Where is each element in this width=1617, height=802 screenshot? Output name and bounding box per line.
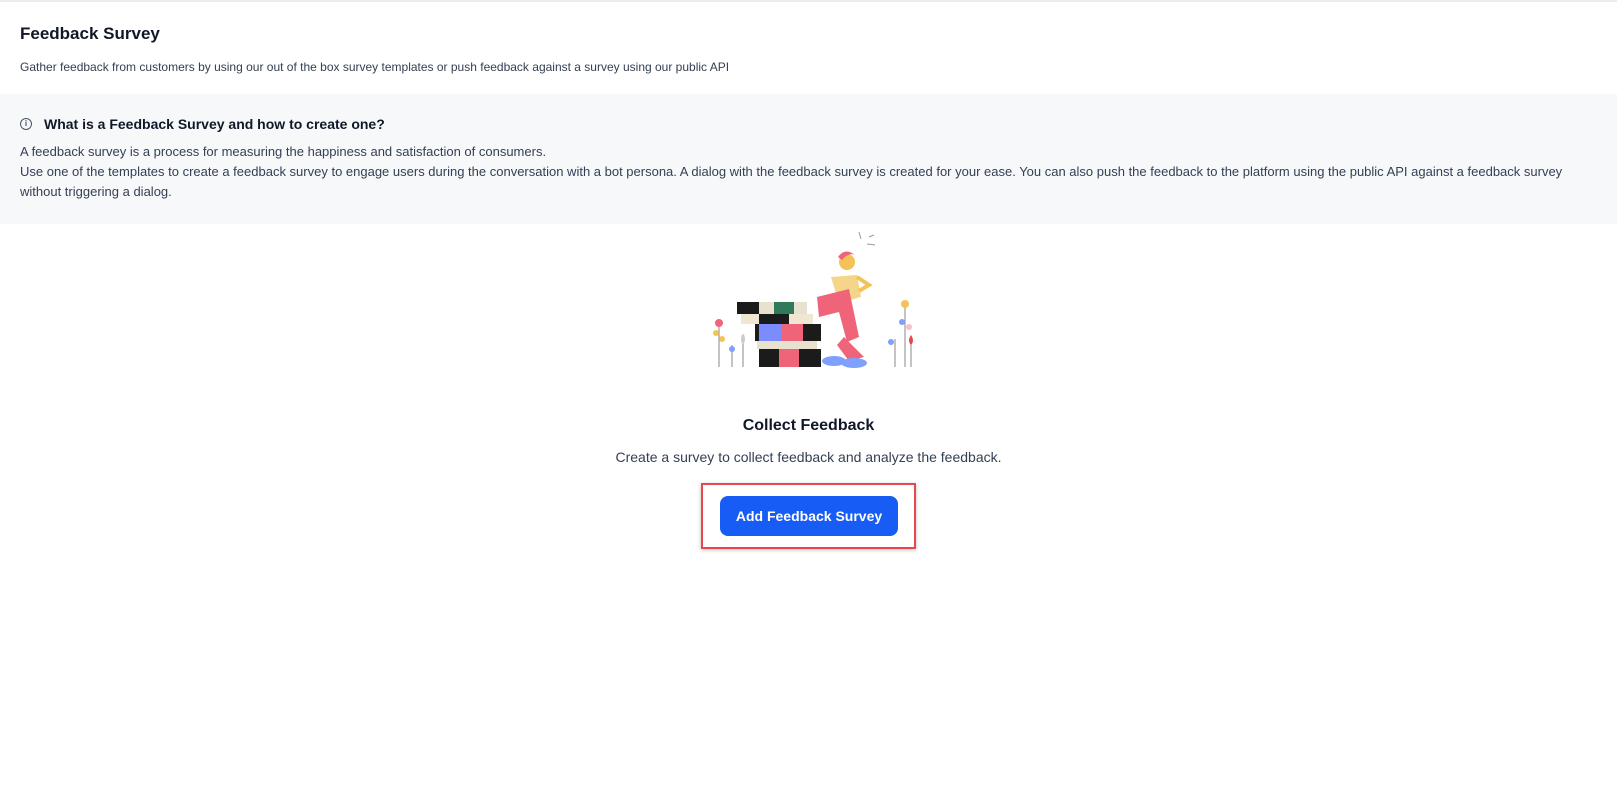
button-highlight-box: Add Feedback Survey [700, 483, 917, 549]
page-subtitle: Gather feedback from customers by using … [20, 60, 730, 74]
page-header: Feedback Survey Gather feedback from cus… [0, 2, 1617, 94]
info-description-1: A feedback survey is a process for measu… [20, 144, 547, 159]
page: Feedback Survey Gather feedback from cus… [0, 0, 1617, 802]
info-title: What is a Feedback Survey and how to cre… [44, 116, 385, 132]
add-feedback-survey-button[interactable]: Add Feedback Survey [719, 496, 899, 536]
person-sitting-on-books-illustration [712, 231, 913, 368]
page-title: Feedback Survey [20, 24, 160, 43]
info-heading: i What is a Feedback Survey and how to c… [20, 114, 1597, 134]
empty-state: Collect Feedback Create a survey to coll… [0, 227, 1617, 549]
empty-state-description: Create a survey to collect feedback and … [615, 449, 1002, 465]
info-icon: i [20, 118, 32, 130]
empty-state-title: Collect Feedback [742, 417, 875, 434]
info-panel: i What is a Feedback Survey and how to c… [0, 94, 1617, 224]
info-description-2: Use one of the templates to create a fee… [20, 164, 1563, 199]
